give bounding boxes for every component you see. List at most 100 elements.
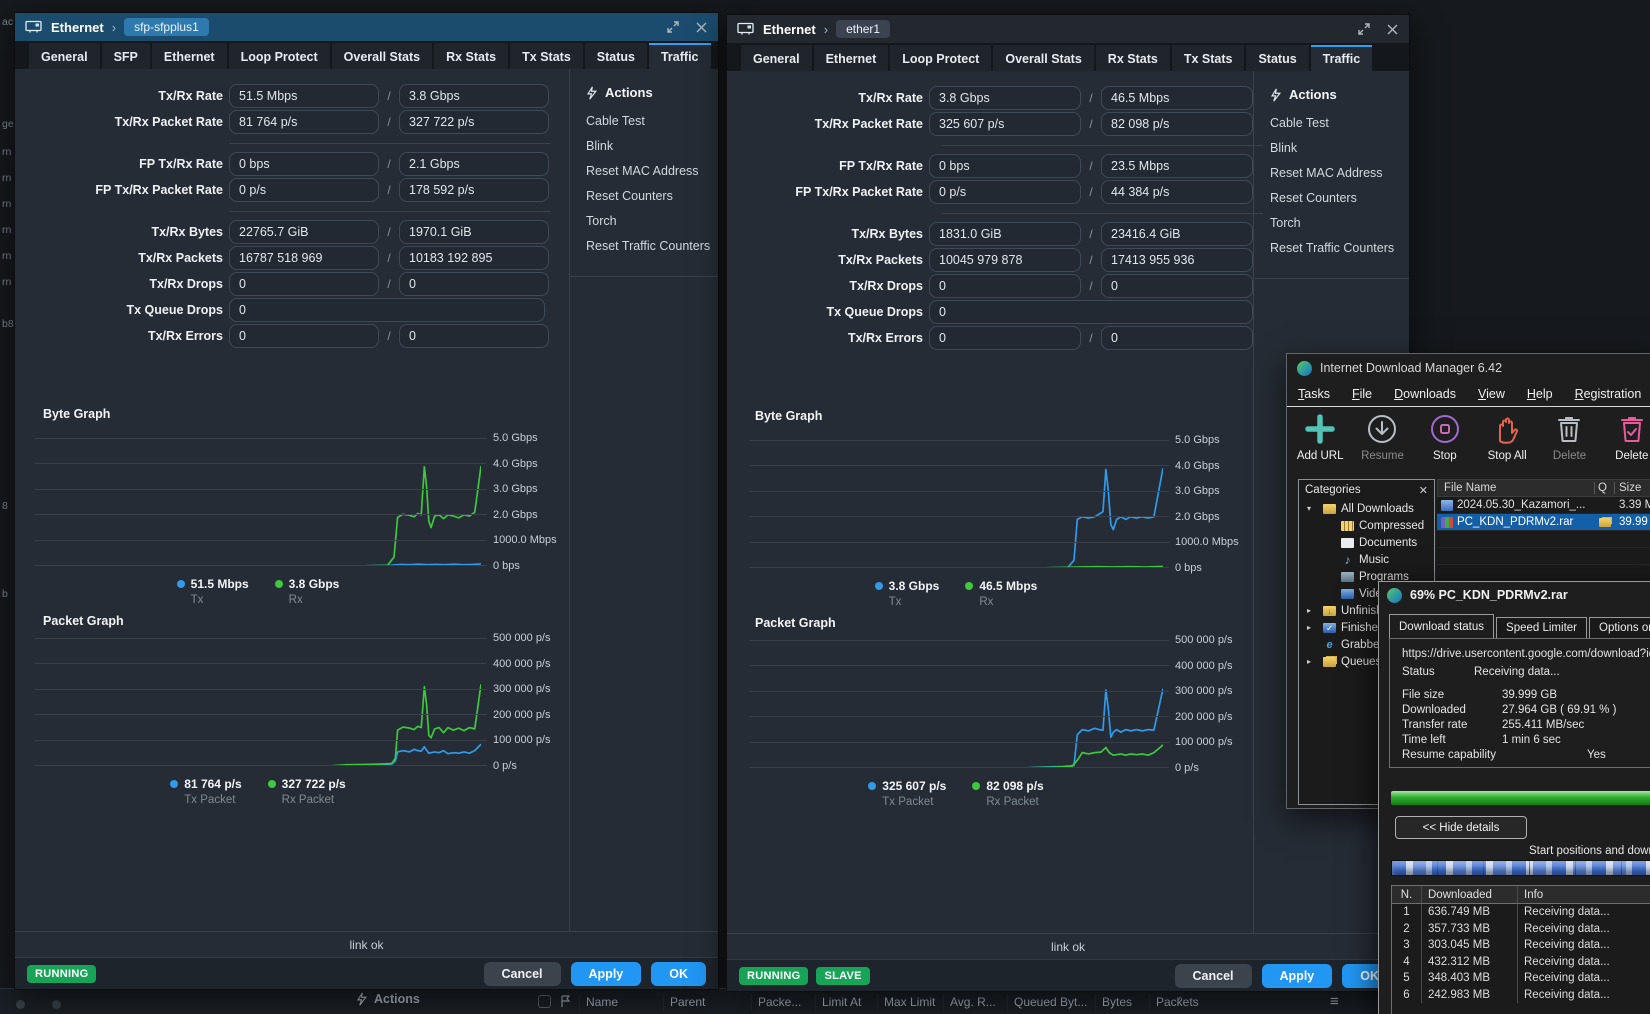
- connection-row[interactable]: 3 303.045 MB Receiving data...: [1392, 937, 1650, 954]
- stat-value-tx[interactable]: 0: [929, 300, 1253, 324]
- queue-column-header[interactable]: Avg. R...: [943, 994, 1007, 1010]
- stat-value-tx[interactable]: 0 bps: [229, 152, 379, 176]
- stat-value-rx[interactable]: 0: [1101, 326, 1253, 350]
- stat-value-tx[interactable]: 1831.0 GiB: [929, 222, 1081, 246]
- file-row[interactable]: 2024.05.30_Kazamori_... 3.39 M: [1437, 497, 1650, 514]
- stat-value-tx[interactable]: 22765.7 GiB: [229, 220, 379, 244]
- tab[interactable]: Rx Stats: [434, 43, 508, 69]
- stop-all-button[interactable]: Stop All: [1476, 411, 1538, 477]
- stat-value-tx[interactable]: 0: [229, 298, 545, 322]
- stat-value-rx[interactable]: 82 098 p/s: [1101, 112, 1253, 136]
- expand-arrow-icon[interactable]: ▸: [1307, 606, 1323, 615]
- action-item[interactable]: Reset MAC Address: [1270, 166, 1409, 180]
- hamburger-icon[interactable]: ≡: [1330, 993, 1339, 1010]
- stat-value-rx[interactable]: 2.1 Gbps: [399, 152, 549, 176]
- menu-item[interactable]: File: [1341, 387, 1383, 401]
- connection-row[interactable]: 2 357.733 MB Receiving data...: [1392, 921, 1650, 938]
- window-titlebar[interactable]: Ethernet › sfp-sfpplus1: [15, 13, 718, 41]
- column-q[interactable]: Q: [1594, 482, 1614, 494]
- select-all-checkbox[interactable]: [538, 995, 551, 1008]
- maximize-icon[interactable]: [666, 21, 679, 34]
- connection-row[interactable]: 6 242.983 MB Receiving data...: [1392, 987, 1650, 1004]
- stat-value-tx[interactable]: 0: [229, 272, 379, 296]
- stat-value-tx[interactable]: 0: [229, 324, 379, 348]
- queue-column-header[interactable]: Bytes: [1095, 994, 1149, 1010]
- queue-column-header[interactable]: Packe...: [751, 994, 815, 1010]
- stat-value-rx[interactable]: 23.5 Mbps: [1101, 154, 1253, 178]
- expand-arrow-icon[interactable]: ▸: [1307, 657, 1323, 666]
- action-item[interactable]: Torch: [1270, 216, 1409, 230]
- stat-value-rx[interactable]: 44 384 p/s: [1101, 180, 1253, 204]
- window-titlebar[interactable]: Ethernet › ether1: [727, 15, 1409, 43]
- dialog-button[interactable]: Apply: [571, 962, 642, 986]
- stat-value-rx[interactable]: 327 722 p/s: [399, 110, 549, 134]
- tab[interactable]: Ethernet: [152, 43, 227, 69]
- dialog-tab[interactable]: Speed Limiter: [1496, 617, 1587, 638]
- action-item[interactable]: Blink: [1270, 141, 1409, 155]
- flag-column-icon[interactable]: [551, 995, 579, 1008]
- action-item[interactable]: Reset MAC Address: [586, 164, 718, 178]
- connection-row[interactable]: 5 348.403 MB Receiving data...: [1392, 970, 1650, 987]
- stat-value-rx[interactable]: 178 592 p/s: [399, 178, 549, 202]
- queue-column-header[interactable]: Limit At: [815, 994, 877, 1010]
- menu-item[interactable]: Help: [1516, 387, 1564, 401]
- tab[interactable]: Overall Stats: [332, 43, 432, 69]
- stop-button[interactable]: Stop: [1414, 411, 1476, 477]
- tab[interactable]: Loop Protect: [229, 43, 330, 69]
- stat-value-rx[interactable]: 0: [399, 324, 549, 348]
- dialog-button[interactable]: Cancel: [1175, 964, 1252, 988]
- category-tree-item[interactable]: Documents: [1299, 534, 1434, 551]
- idm-titlebar[interactable]: Internet Download Manager 6.42: [1287, 354, 1650, 382]
- stat-value-tx[interactable]: 0 bps: [929, 154, 1081, 178]
- action-item[interactable]: Reset Traffic Counters: [586, 239, 718, 253]
- action-item[interactable]: Blink: [586, 139, 718, 153]
- tab[interactable]: SFP: [102, 43, 150, 69]
- action-item[interactable]: Reset Traffic Counters: [1270, 241, 1409, 255]
- action-item[interactable]: Torch: [586, 214, 718, 228]
- expand-arrow-icon[interactable]: ▾: [1307, 504, 1323, 513]
- file-row-selected[interactable]: PC_KDN_PDRMv2.rar 39.99 G: [1437, 514, 1650, 531]
- action-item[interactable]: Cable Test: [586, 114, 718, 128]
- tab[interactable]: Overall Stats: [993, 45, 1093, 71]
- action-item[interactable]: Reset Counters: [1270, 191, 1409, 205]
- delete-button[interactable]: Delete: [1538, 411, 1600, 477]
- column-file-name[interactable]: File Name: [1438, 482, 1594, 494]
- dialog-tab[interactable]: Options on completion: [1589, 617, 1650, 638]
- tab[interactable]: Status: [1246, 45, 1308, 71]
- menu-item[interactable]: View: [1467, 387, 1516, 401]
- tab[interactable]: Tx Stats: [510, 43, 583, 69]
- column-size[interactable]: Size: [1614, 482, 1650, 494]
- hide-details-button[interactable]: << Hide details: [1395, 816, 1527, 839]
- stat-value-tx[interactable]: 51.5 Mbps: [229, 84, 379, 108]
- tab[interactable]: General: [29, 43, 100, 69]
- close-icon[interactable]: [695, 21, 708, 34]
- dialog-button[interactable]: Apply: [1262, 964, 1333, 988]
- close-icon[interactable]: ✕: [1419, 484, 1428, 497]
- dialog-button[interactable]: Cancel: [484, 962, 561, 986]
- expand-arrow-icon[interactable]: ▸: [1307, 623, 1323, 632]
- category-tree-item[interactable]: Compressed: [1299, 517, 1434, 534]
- connection-row[interactable]: 1 636.749 MB Receiving data...: [1392, 904, 1650, 921]
- dialog-titlebar[interactable]: 69% PC_KDN_PDRMv2.rar: [1379, 582, 1650, 608]
- add-url-button[interactable]: Add URL: [1289, 411, 1351, 477]
- connection-row[interactable]: 4 432.312 MB Receiving data...: [1392, 954, 1650, 971]
- tab[interactable]: Status: [585, 43, 647, 69]
- queue-column-header[interactable]: Name: [579, 994, 663, 1010]
- tab[interactable]: General: [741, 45, 812, 71]
- stat-value-tx[interactable]: 0: [929, 326, 1081, 350]
- stat-value-tx[interactable]: 0 p/s: [929, 180, 1081, 204]
- tab[interactable]: Loop Protect: [890, 45, 991, 71]
- category-tree-item[interactable]: ♪ Music: [1299, 551, 1434, 568]
- close-icon[interactable]: [1386, 23, 1399, 36]
- category-tree-item[interactable]: ▾ All Downloads: [1299, 500, 1434, 517]
- tab[interactable]: Tx Stats: [1172, 45, 1245, 71]
- tab[interactable]: Traffic: [1311, 45, 1373, 71]
- menu-item[interactable]: Downloads: [1383, 387, 1467, 401]
- menu-item[interactable]: Registration: [1564, 387, 1650, 401]
- action-item[interactable]: Cable Test: [1270, 116, 1409, 130]
- resume-button[interactable]: Resume: [1351, 411, 1413, 477]
- stat-value-rx[interactable]: 3.8 Gbps: [399, 84, 549, 108]
- delete-completed-button[interactable]: Delete: [1601, 411, 1650, 477]
- stat-value-rx[interactable]: 0: [399, 272, 549, 296]
- tab[interactable]: Traffic: [649, 43, 711, 69]
